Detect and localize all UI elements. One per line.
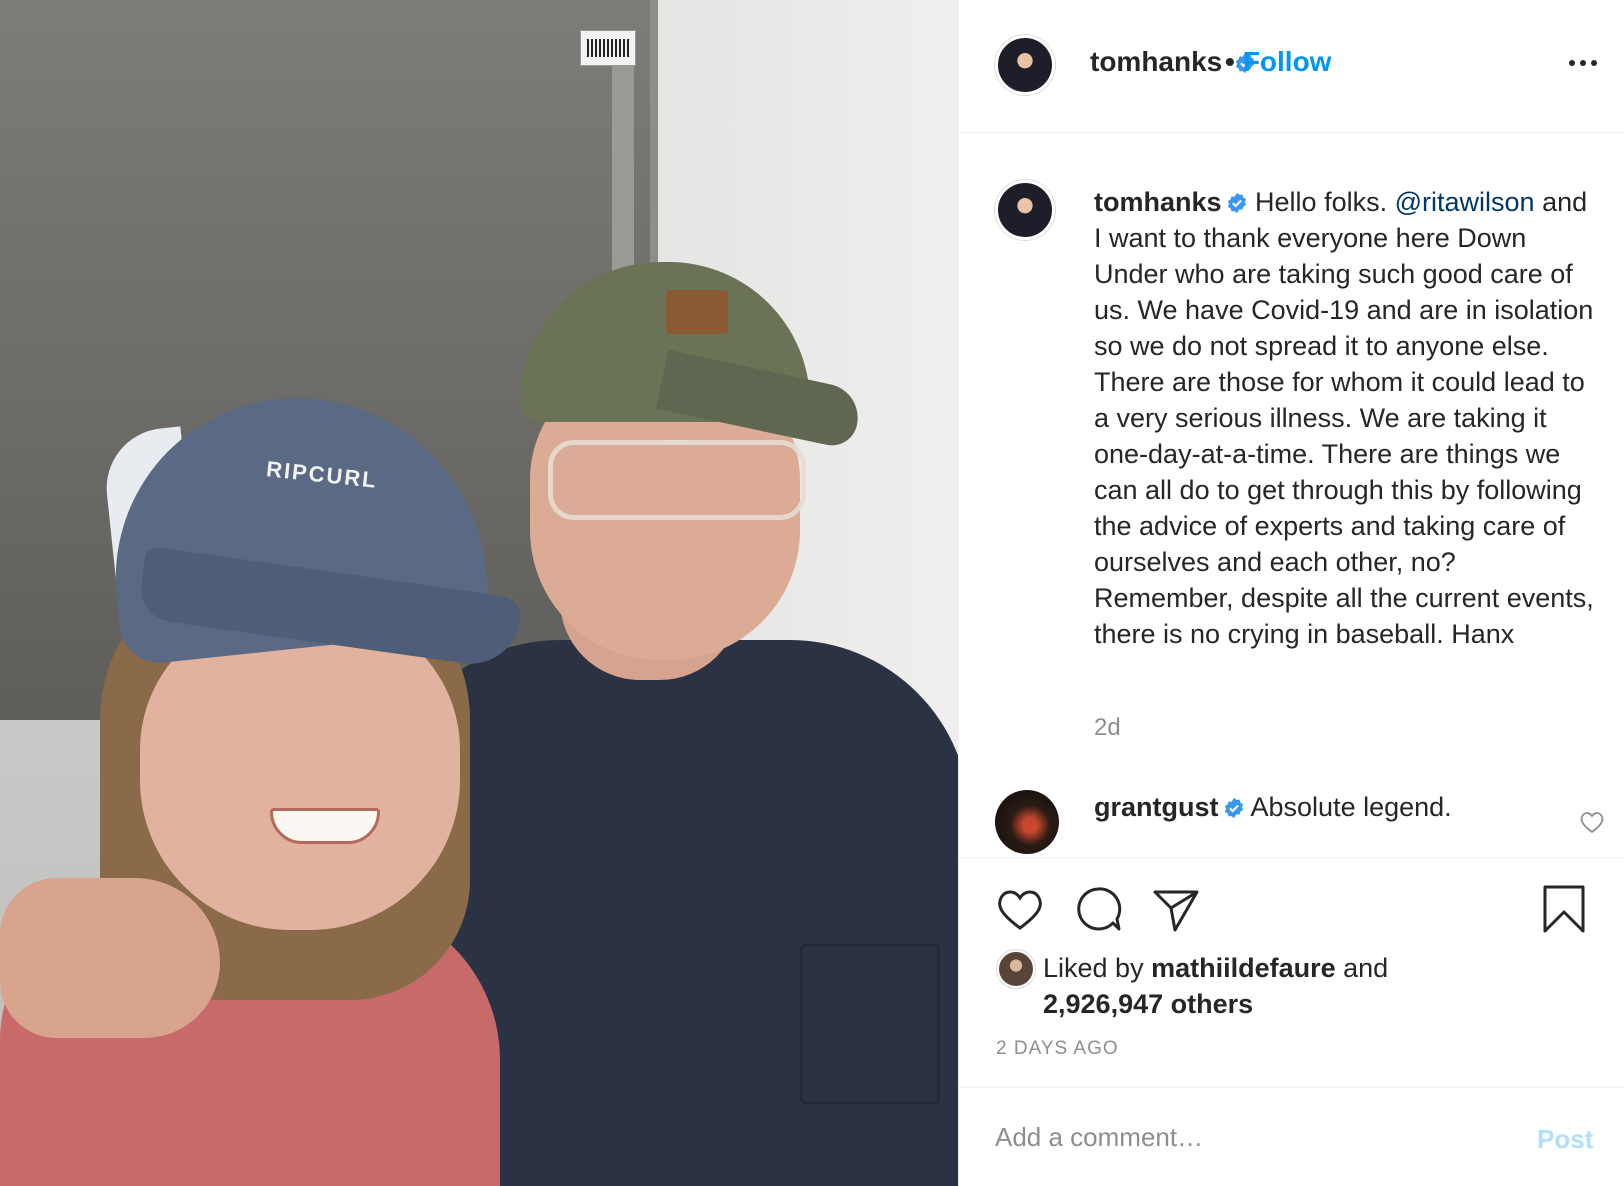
- photo-cap-patch: [666, 290, 728, 334]
- caption-time[interactable]: 2d: [1094, 714, 1121, 742]
- liker-avatar[interactable]: [997, 950, 1035, 988]
- photo-hand: [0, 878, 220, 1038]
- follow-wrap: • Follow: [1225, 46, 1331, 78]
- caption-username[interactable]: tomhanks: [1094, 187, 1222, 217]
- post-actions: Liked by mathiildefaure and 2,926,947 ot…: [959, 857, 1624, 1087]
- post-side-panel: tomhanks • Follow tomhanks Hello folks. @…: [958, 0, 1624, 1186]
- post-comment-button[interactable]: Post: [1537, 1124, 1593, 1155]
- likes-prefix: Liked by: [1043, 953, 1152, 983]
- post-timestamp[interactable]: 2 DAYS AGO: [996, 1038, 1119, 1060]
- photo-man-glasses: [548, 440, 806, 520]
- caption-author-avatar[interactable]: [995, 180, 1055, 240]
- comment-text: grantgust Absolute legend.: [1094, 792, 1452, 823]
- photo-woman-smile: [270, 808, 380, 844]
- caption-body-start: Hello folks.: [1255, 187, 1395, 217]
- post-header: tomhanks • Follow: [959, 0, 1624, 133]
- header-separator: •: [1225, 46, 1235, 77]
- photo-shirt-pocket: [800, 944, 940, 1104]
- like-heart-icon[interactable]: [995, 884, 1045, 934]
- verified-badge-icon: [1224, 797, 1243, 819]
- follow-button[interactable]: Follow: [1243, 46, 1332, 77]
- caption-mention-link[interactable]: @ritawilson: [1395, 187, 1535, 217]
- photo-barcode-label: [580, 30, 636, 66]
- save-bookmark-icon[interactable]: [1539, 884, 1589, 934]
- comment-bubble-icon[interactable]: [1073, 884, 1123, 934]
- likes-middle: and: [1335, 953, 1389, 983]
- author-avatar[interactable]: [995, 35, 1055, 95]
- post-photo[interactable]: RIPCURL: [0, 0, 958, 1186]
- comment-input[interactable]: [995, 1114, 1495, 1160]
- likes-user-link[interactable]: mathiildefaure: [1151, 953, 1336, 983]
- share-send-icon[interactable]: [1151, 884, 1201, 934]
- caption-text: tomhanks Hello folks. @ritawilson and I …: [1094, 184, 1599, 652]
- likes-count-link[interactable]: 2,926,947 others: [1043, 989, 1253, 1019]
- caption-body-rest: and I want to thank everyone here Down U…: [1094, 187, 1594, 649]
- comment-like-icon[interactable]: [1579, 810, 1605, 834]
- commenter-avatar[interactable]: [995, 790, 1059, 854]
- verified-badge-icon: [1227, 192, 1246, 214]
- likes-summary: Liked by mathiildefaure and 2,926,947 ot…: [1043, 950, 1603, 1022]
- comment-body: Absolute legend.: [1250, 792, 1452, 822]
- author-username-text[interactable]: tomhanks: [1090, 46, 1222, 77]
- comment-row: grantgust Absolute legend.: [959, 790, 1624, 856]
- more-options-icon[interactable]: [1565, 48, 1601, 78]
- commenter-username[interactable]: grantgust: [1094, 792, 1219, 822]
- add-comment-bar: Post: [959, 1087, 1624, 1186]
